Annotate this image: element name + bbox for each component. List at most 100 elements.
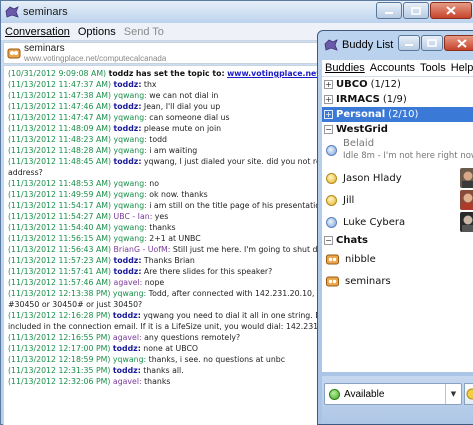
group-name: UBCO (336, 79, 368, 90)
expand-icon[interactable]: + (324, 95, 333, 104)
chevron-down-icon[interactable]: ▼ (445, 384, 461, 404)
message-sender: UBC - Ian: (113, 212, 153, 221)
menu-buddies[interactable]: Buddies (325, 62, 365, 74)
buddy-avatar (460, 168, 473, 188)
status-selector[interactable]: Available ▼ (324, 383, 462, 405)
collapse-icon[interactable]: − (324, 236, 333, 245)
message-text: thanks (141, 377, 171, 386)
message-sender: yqwang: (113, 234, 147, 243)
message-sender: yqwang: (113, 91, 147, 100)
message-sender: toddz: (112, 311, 141, 320)
menu-help[interactable]: Help (451, 62, 473, 74)
message-sender: toddz: (113, 80, 142, 89)
chat-room-icon (7, 48, 21, 59)
message-timestamp: (11/13/2012 12:16:28 PM) (8, 311, 111, 320)
message-timestamp: (11/13/2012 12:16:55 PM) (8, 333, 111, 342)
status-bar: Available ▼ (322, 376, 473, 424)
buddy-list-title-bar[interactable]: Buddy List (318, 31, 473, 59)
close-button[interactable] (430, 2, 472, 19)
minimize-button[interactable] (376, 2, 402, 19)
message-timestamp: (11/13/2012 11:54:27 AM) (8, 212, 112, 221)
message-sender: yqwang: (113, 179, 147, 188)
message-sender: yqwang: (113, 223, 147, 232)
chat-name: nibble (345, 253, 376, 265)
chat-nibble[interactable]: nibble (322, 248, 473, 270)
available-status-icon (329, 388, 340, 400)
buddy-name: Jason Hlady (343, 172, 402, 184)
message-sender: yqwang: (113, 201, 147, 210)
message-text: Thanks Brian (141, 256, 195, 265)
buddy-avatar (460, 190, 473, 210)
message-timestamp: (11/13/2012 11:57:41 AM) (8, 267, 112, 276)
buddy-status-message: Idle 8m - I'm not here right now (343, 151, 473, 161)
close-button[interactable] (444, 35, 473, 51)
away-status-icon (326, 172, 337, 184)
chat-seminars[interactable]: seminars (322, 270, 473, 292)
message-sender: BrianG - UofM: (113, 245, 171, 254)
message-sender: toddz: (113, 267, 142, 276)
message-timestamp: (11/13/2012 11:48:45 AM) (8, 157, 112, 166)
away-status-icon (326, 194, 337, 206)
buddy-avatar (460, 212, 473, 232)
group-count: (2/10) (388, 109, 419, 120)
menu-options[interactable]: Options (78, 26, 116, 38)
message-timestamp: (11/13/2012 12:18:59 PM) (8, 355, 111, 364)
message-sender: yqwang: (113, 190, 147, 199)
message-sender: toddz: (113, 256, 142, 265)
buddy-tree: + UBCO (1/12) + IRMACS (1/9) + Personal … (322, 77, 473, 372)
topic-change-text: has set the topic to: (135, 69, 225, 78)
message-text: can someone dial us (146, 113, 230, 122)
status-label: Available (344, 388, 385, 400)
message-timestamp: (11/13/2012 11:48:23 AM) (8, 135, 112, 144)
group-chats[interactable]: − Chats (322, 233, 473, 248)
screen: seminars Conversation Options Send To se… (0, 0, 473, 425)
message-timestamp: (11/13/2012 11:49:59 AM) (8, 190, 112, 199)
chat-name: seminars (345, 275, 391, 287)
group-irmacs[interactable]: + IRMACS (1/9) (322, 92, 473, 107)
buddy-jason-hlady[interactable]: Jason Hlady (322, 167, 473, 189)
group-ubco[interactable]: + UBCO (1/12) (322, 77, 473, 92)
group-count: (1/9) (382, 94, 407, 105)
message-text-cont: #30450 or 30450# or just 30450? (8, 300, 143, 309)
message-sender: agavel: (112, 333, 142, 342)
message-text-cont: address? (8, 168, 43, 177)
maximize-button[interactable] (421, 35, 443, 51)
message-text: Jean, I'll dial you up (141, 102, 221, 111)
message-text: ok now. thanks (146, 190, 208, 199)
message-timestamp: (11/13/2012 11:47:38 AM) (8, 91, 112, 100)
group-westgrid[interactable]: − WestGrid (322, 122, 473, 137)
message-sender: yqwang: (113, 113, 147, 122)
message-timestamp: (11/13/2012 12:32:06 PM) (8, 377, 111, 386)
message-timestamp: (11/13/2012 11:48:28 AM) (8, 146, 112, 155)
menu-conversation[interactable]: Conversation (5, 26, 70, 38)
chat-title-bar[interactable]: seminars (1, 1, 473, 23)
buddy-belaid[interactable]: Belaid Idle 8m - I'm not here right now (322, 137, 473, 167)
message-sender: toddz: (113, 157, 142, 166)
menu-send-to[interactable]: Send To (124, 26, 164, 38)
message-timestamp: (11/13/2012 11:47:37 AM) (8, 80, 112, 89)
expand-icon[interactable]: + (324, 80, 333, 89)
buddy-luke-cybera[interactable]: Luke Cybera (322, 211, 473, 233)
message-text: thanks (146, 223, 176, 232)
message-timestamp: (10/31/2012 9:09:08 AM) (8, 69, 107, 78)
group-personal[interactable]: + Personal (2/10) (322, 107, 473, 122)
buddy-name: Belaid (343, 138, 375, 149)
message-timestamp: (11/13/2012 11:48:53 AM) (8, 179, 112, 188)
message-text: no (146, 179, 159, 188)
message-sender: agavel: (113, 278, 143, 287)
menu-accounts[interactable]: Accounts (370, 62, 415, 74)
message-sender: yqwang: (113, 135, 147, 144)
message-timestamp: (11/13/2012 11:57:46 AM) (8, 278, 112, 287)
status-message-button[interactable] (464, 383, 473, 405)
group-count: (1/12) (370, 79, 401, 90)
message-timestamp: (11/13/2012 12:31:35 PM) (8, 366, 111, 375)
maximize-button[interactable] (403, 2, 429, 19)
message-timestamp: (11/13/2012 11:57:23 AM) (8, 256, 112, 265)
minimize-button[interactable] (398, 35, 420, 51)
menu-tools[interactable]: Tools (420, 62, 446, 74)
expand-icon[interactable]: + (324, 110, 333, 119)
message-text: thanks, i see. no questions at unbc (146, 355, 286, 364)
buddy-jill[interactable]: Jill (322, 189, 473, 211)
group-name: Chats (336, 235, 368, 246)
collapse-icon[interactable]: − (324, 125, 333, 134)
